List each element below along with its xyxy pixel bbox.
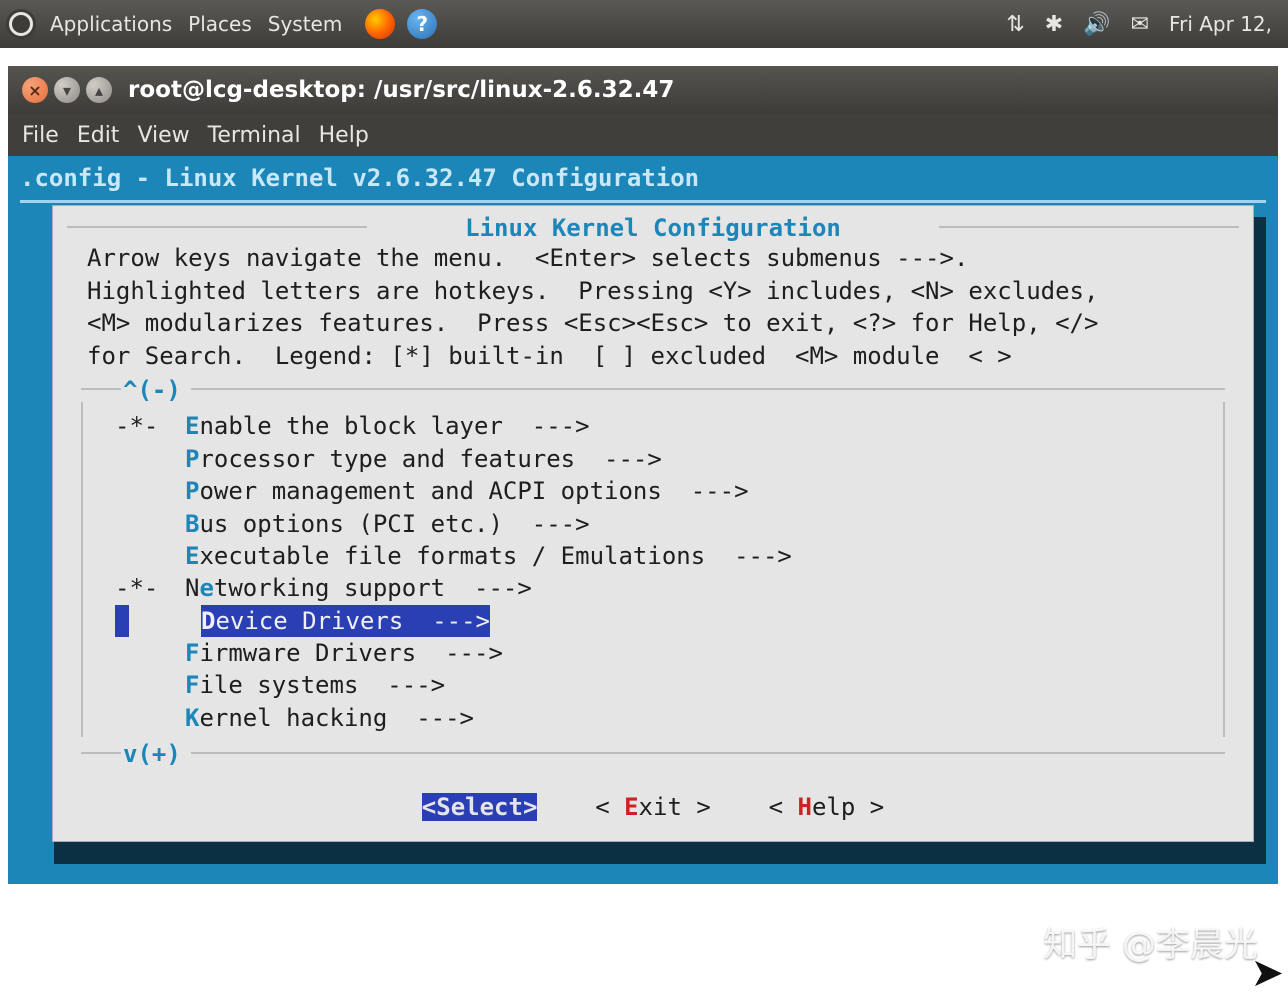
scroll-up-indicator: ^(-) [81, 374, 1225, 406]
menu-item-7[interactable]: Firmware Drivers ---> [115, 637, 1215, 669]
volume-icon[interactable]: 🔊 [1083, 12, 1110, 37]
ubuntu-logo-icon[interactable] [6, 9, 36, 39]
watermark-zhihu: 知乎 @李晨光 [1043, 917, 1258, 966]
select-button[interactable]: <Select> [422, 793, 538, 821]
menu-item-4[interactable]: Executable file formats / Emulations ---… [115, 540, 1215, 572]
mail-icon[interactable]: ✉ [1131, 12, 1149, 37]
terminal-window: × ▾ ▴ root@lcg-desktop: /usr/src/linux-2… [8, 66, 1278, 884]
menu-item-1[interactable]: Processor type and features ---> [115, 443, 1215, 475]
config-header: .config - Linux Kernel v2.6.32.47 Config… [14, 160, 1272, 200]
menu-help[interactable]: Help [319, 123, 369, 148]
menu-file[interactable]: File [22, 123, 59, 148]
firefox-icon[interactable] [364, 8, 396, 40]
window-title: root@lcg-desktop: /usr/src/linux-2.6.32.… [128, 77, 674, 103]
window-maximize-button[interactable]: ▴ [86, 77, 112, 103]
titlebar[interactable]: × ▾ ▴ root@lcg-desktop: /usr/src/linux-2… [8, 66, 1278, 114]
mouse-cursor-icon: ➤ [1250, 950, 1284, 996]
menu-item-3[interactable]: Bus options (PCI etc.) ---> [115, 508, 1215, 540]
header-rule [20, 200, 1266, 203]
panel-date[interactable]: Fri Apr 12, [1169, 12, 1272, 36]
panel-menu-applications[interactable]: Applications [50, 12, 172, 36]
menu-edit[interactable]: Edit [77, 123, 120, 148]
panel-menu-system[interactable]: System [268, 12, 343, 36]
window-close-button[interactable]: × [22, 77, 48, 103]
menu-item-6[interactable]: Device Drivers ---> [115, 605, 1215, 637]
help-text: Arrow keys navigate the menu. <Enter> se… [63, 238, 1243, 374]
action-buttons: <Select> < Exit > < Help > [63, 771, 1243, 823]
menuconfig-dialog: Linux Kernel Configuration Arrow keys na… [52, 205, 1254, 842]
network-icon[interactable]: ⇅ [1006, 12, 1024, 37]
dialog-title: Linux Kernel Configuration [459, 214, 847, 242]
menu-item-0[interactable]: -*- Enable the block layer ---> [115, 410, 1215, 442]
exit-button[interactable]: < Exit > [595, 793, 711, 821]
terminal-viewport[interactable]: .config - Linux Kernel v2.6.32.47 Config… [8, 156, 1278, 884]
help-icon[interactable]: ? [406, 8, 438, 40]
terminal-menubar: File Edit View Terminal Help [8, 114, 1278, 156]
window-minimize-button[interactable]: ▾ [54, 77, 80, 103]
menu-item-2[interactable]: Power management and ACPI options ---> [115, 475, 1215, 507]
panel-menu-places[interactable]: Places [188, 12, 252, 36]
bluetooth-icon[interactable]: ✱ [1045, 12, 1063, 37]
menu-item-5[interactable]: -*- Networking support ---> [115, 572, 1215, 604]
menu-view[interactable]: View [137, 123, 189, 148]
scroll-down-indicator: v(+) [81, 738, 1225, 770]
menu-item-9[interactable]: Kernel hacking ---> [115, 702, 1215, 734]
help-button[interactable]: < Help > [769, 793, 885, 821]
menu-terminal[interactable]: Terminal [208, 123, 301, 148]
menu-list[interactable]: -*- Enable the block layer ---> Processo… [81, 406, 1225, 738]
gnome-top-panel: Applications Places System ? ⇅ ✱ 🔊 ✉ Fri… [0, 0, 1288, 48]
menu-item-8[interactable]: File systems ---> [115, 669, 1215, 701]
menu-frame: ^(-) -*- Enable the block layer ---> Pro… [81, 374, 1225, 771]
